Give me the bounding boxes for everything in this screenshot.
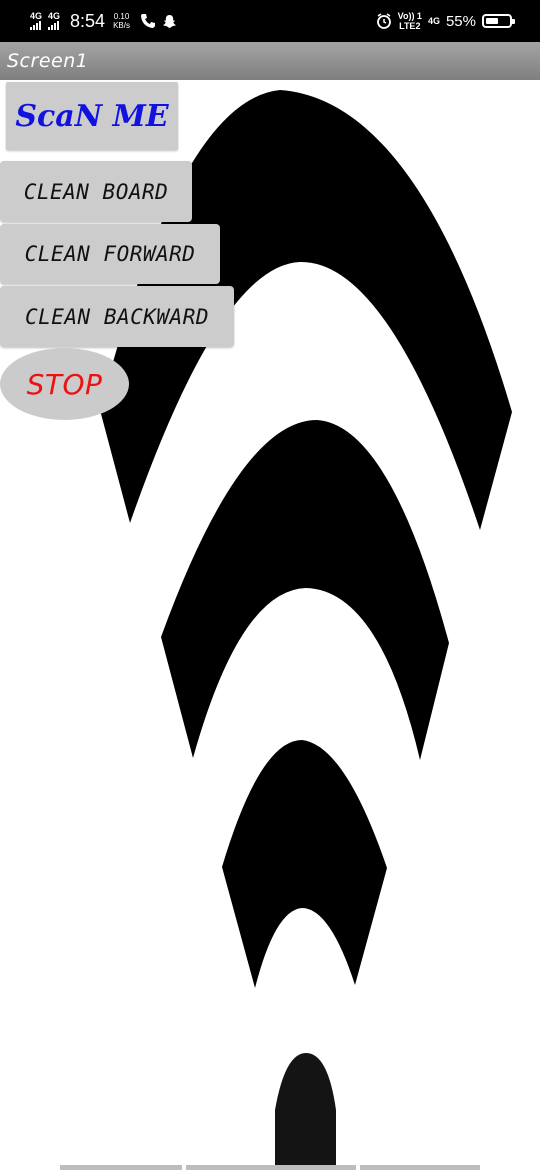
stop-button[interactable]: STOP xyxy=(0,348,129,420)
phone-call-icon xyxy=(140,14,155,28)
lte-network: 4G xyxy=(427,16,440,26)
clean-board-button[interactable]: CLEAN BOARD xyxy=(0,161,192,222)
volte-line1: Vo)) 1 xyxy=(397,11,422,21)
battery-percent: 55% xyxy=(445,12,476,30)
network-type-1: 4G xyxy=(30,11,43,21)
speed-value: 0.10 xyxy=(113,12,130,21)
scan-me-button[interactable]: ScaN ME xyxy=(6,82,178,150)
volte-indicator: Vo)) 1 LTE2 xyxy=(398,11,422,31)
speed-unit: KB/s xyxy=(113,21,130,30)
clean-forward-button[interactable]: CLEAN FORWARD xyxy=(0,224,220,284)
navigation-gesture-bar[interactable] xyxy=(60,1165,480,1170)
wifi-arc-middle xyxy=(161,420,449,760)
screen-title: Screen1 xyxy=(7,50,89,72)
volte-line2: LTE2 xyxy=(399,21,421,31)
status-left: 4G 4G 8:54 0.10 KB/s xyxy=(30,9,177,33)
clock: 8:54 xyxy=(70,10,106,31)
battery-icon xyxy=(482,14,515,28)
status-right: Vo)) 1 LTE2 4G 55% xyxy=(376,9,515,33)
wifi-arc-inner xyxy=(222,740,387,988)
network-type-2: 4G xyxy=(48,11,61,21)
signal-strength-2-icon: 4G xyxy=(48,12,60,30)
title-bar: Screen1 xyxy=(0,42,540,80)
alarm-icon xyxy=(376,13,391,29)
wifi-dot xyxy=(275,1053,336,1170)
snapchat-icon xyxy=(162,14,177,28)
status-bar: 4G 4G 8:54 0.10 KB/s Vo)) 1 LTE2 4G 55% xyxy=(0,0,540,42)
clean-backward-button[interactable]: CLEAN BACKWARD xyxy=(0,286,234,347)
network-speed: 0.10 KB/s xyxy=(113,12,130,30)
signal-strength-1-icon: 4G xyxy=(30,12,42,30)
